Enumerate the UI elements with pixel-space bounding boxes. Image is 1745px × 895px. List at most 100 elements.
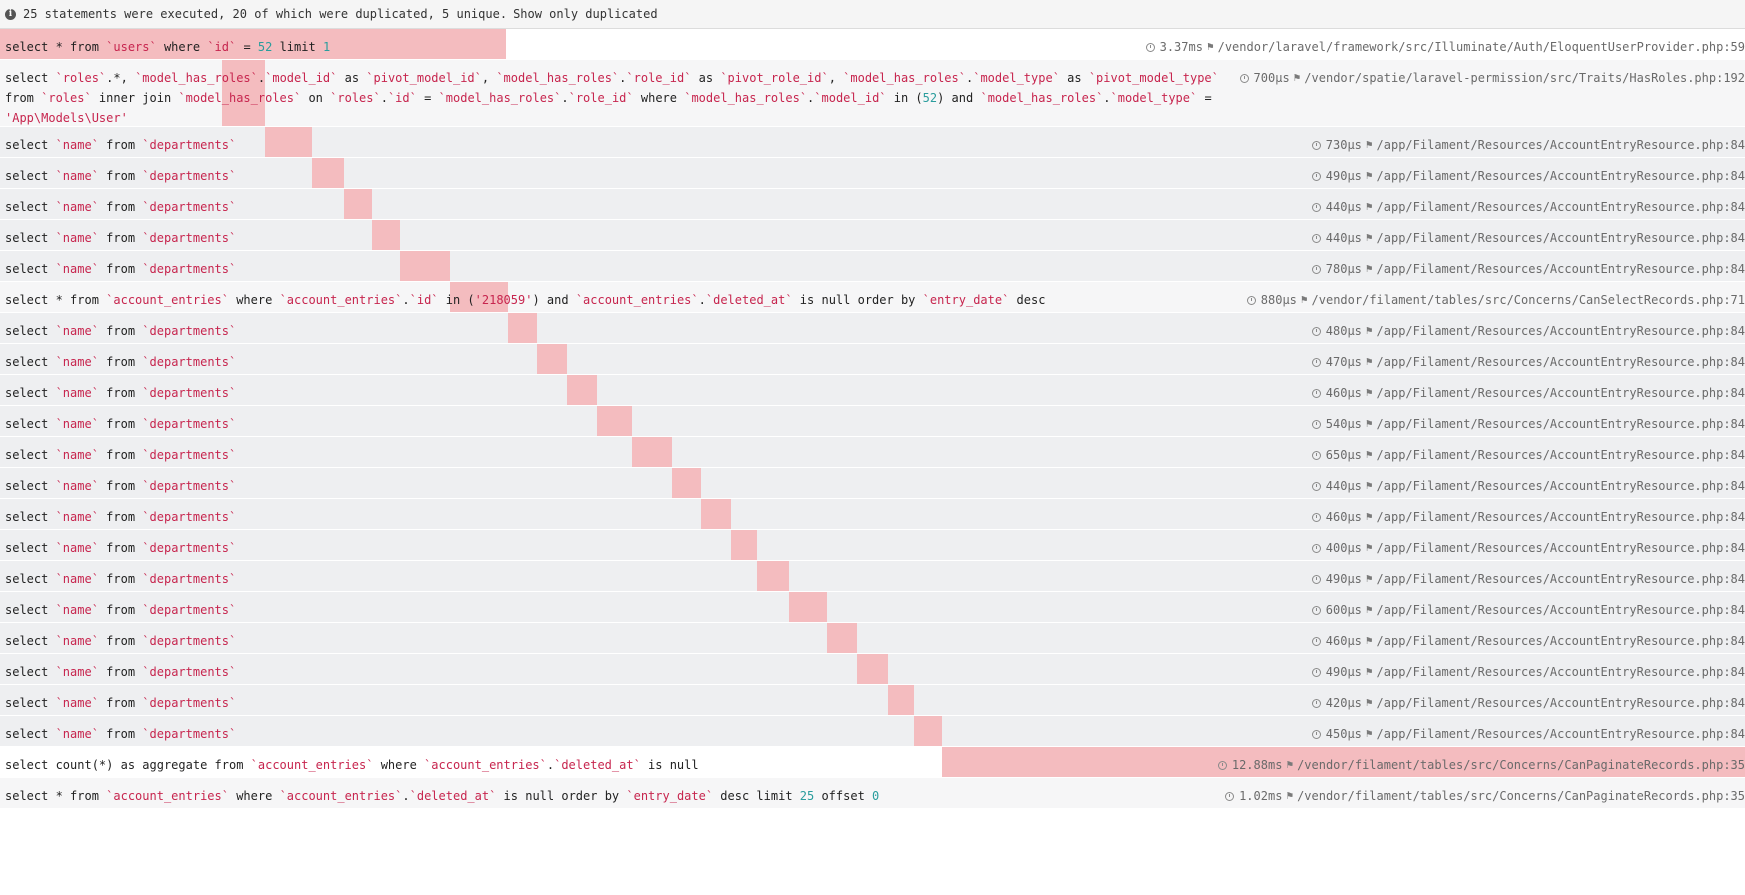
statement-row[interactable]: select `name` from `departments` 650μs ⚑ /a…	[0, 437, 1745, 468]
sql-keyword: select	[5, 417, 56, 431]
clock-icon	[1311, 512, 1321, 522]
show-only-duplicated-toggle[interactable]: Show only duplicated	[513, 7, 658, 21]
statement-meta: 600μs ⚑ /app/Filament/Resources/AccountEnt…	[1311, 600, 1745, 620]
pin-icon: ⚑	[1365, 200, 1373, 213]
sql-identifier: `entry_date`	[922, 293, 1010, 307]
statement-source-link[interactable]: /vendor/spatie/laravel-permission/src/Tr…	[1304, 68, 1745, 88]
sql-keyword: as	[337, 71, 367, 85]
statement-source-link[interactable]: /vendor/laravel/framework/src/Illuminate…	[1218, 37, 1745, 57]
statement-source-link[interactable]: /app/Filament/Resources/AccountEntryReso…	[1377, 476, 1745, 496]
sql-keyword: where	[228, 789, 280, 803]
sql-keyword: select	[5, 262, 56, 276]
statement-source-link[interactable]: /app/Filament/Resources/AccountEntryReso…	[1377, 507, 1745, 527]
statement-source-link[interactable]: /vendor/filament/tables/src/Concerns/Can…	[1297, 755, 1745, 775]
statement-duration: 600μs	[1325, 603, 1362, 617]
statement-source-link[interactable]: /app/Filament/Resources/AccountEntryReso…	[1377, 414, 1745, 434]
sql-identifier: `model_type`	[1110, 91, 1198, 105]
statement-source-link[interactable]: /app/Filament/Resources/AccountEntryReso…	[1377, 631, 1745, 651]
statement-row[interactable]: select `name` from `departments` 730μs ⚑ /a…	[0, 127, 1745, 158]
statement-row[interactable]: select `name` from `departments` 540μs ⚑ /a…	[0, 406, 1745, 437]
pin-icon: ⚑	[1365, 169, 1373, 182]
statement-row[interactable]: select `name` from `departments` 780μs ⚑ /a…	[0, 251, 1745, 282]
pin-icon: ⚑	[1300, 293, 1308, 306]
statement-source-link[interactable]: /app/Filament/Resources/AccountEntryReso…	[1377, 135, 1745, 155]
sql-identifier: `departments`	[142, 262, 237, 276]
sql-identifier: `name`	[55, 169, 99, 183]
sql-keyword: where	[373, 758, 425, 772]
sql-statement: select `name` from `departments`	[5, 538, 236, 558]
sql-identifier: `name`	[55, 417, 99, 431]
sql-identifier: `departments`	[142, 448, 237, 462]
statement-duration: 470μs	[1325, 355, 1362, 369]
statement-row[interactable]: select * from `users` where `id` = 52 li…	[0, 29, 1745, 60]
statement-meta: 460μs ⚑ /app/Filament/Resources/AccountEnt…	[1311, 507, 1745, 527]
sql-keyword: select	[5, 169, 56, 183]
duration-timeline-bar	[537, 344, 568, 374]
sql-identifier: 'App\Models\User'	[5, 111, 128, 125]
duration-timeline-bar	[914, 716, 943, 746]
statement-source-link[interactable]: /app/Filament/Resources/AccountEntryReso…	[1377, 600, 1745, 620]
statement-row[interactable]: select `name` from `departments` 490μs ⚑ /a…	[0, 158, 1745, 189]
sql-keyword: ) and	[937, 91, 981, 105]
statement-row[interactable]: select `name` from `departments` 440μs ⚑ /a…	[0, 468, 1745, 499]
sql-keyword: from	[98, 386, 143, 400]
statement-source-link[interactable]: /app/Filament/Resources/AccountEntryReso…	[1377, 662, 1745, 682]
statement-source-link[interactable]: /app/Filament/Resources/AccountEntryReso…	[1377, 228, 1745, 248]
statement-source-link[interactable]: /app/Filament/Resources/AccountEntryReso…	[1377, 259, 1745, 279]
statement-duration: 1.02ms	[1239, 789, 1283, 803]
sql-identifier: `model_id`	[265, 71, 338, 85]
sql-identifier: `model_has_roles`	[135, 71, 258, 85]
statement-source-link[interactable]: /vendor/filament/tables/src/Concerns/Can…	[1312, 290, 1745, 310]
sql-statement: select `name` from `departments`	[5, 166, 236, 186]
statement-row[interactable]: select count(*) as aggregate from `accou…	[0, 747, 1745, 778]
sql-identifier: `name`	[55, 448, 99, 462]
statement-row[interactable]: select `name` from `departments` 400μs ⚑ /a…	[0, 530, 1745, 561]
statement-source-link[interactable]: /app/Filament/Resources/AccountEntryReso…	[1377, 166, 1745, 186]
statement-duration: 490μs	[1325, 665, 1362, 679]
sql-keyword: is null order by	[496, 789, 627, 803]
clock-icon	[1311, 171, 1321, 181]
statement-source-link[interactable]: /app/Filament/Resources/AccountEntryReso…	[1377, 693, 1745, 713]
statement-source-link[interactable]: /app/Filament/Resources/AccountEntryReso…	[1377, 383, 1745, 403]
statement-row[interactable]: select `name` from `departments` 450μs ⚑ /a…	[0, 716, 1745, 747]
statement-row[interactable]: select `roles`.*, `model_has_roles`.`mod…	[0, 60, 1745, 127]
statement-source-link[interactable]: /app/Filament/Resources/AccountEntryReso…	[1377, 724, 1745, 744]
sql-keyword: where	[633, 91, 685, 105]
sql-statement: select * from `account_entries` where `a…	[5, 786, 879, 806]
statement-row[interactable]: select `name` from `departments` 490μs ⚑ /a…	[0, 561, 1745, 592]
statement-row[interactable]: select `name` from `departments` 460μs ⚑ /a…	[0, 499, 1745, 530]
sql-keyword: from	[98, 696, 143, 710]
statement-row[interactable]: select * from `account_entries` where `a…	[0, 778, 1745, 809]
statement-source-link[interactable]: /app/Filament/Resources/AccountEntryReso…	[1377, 352, 1745, 372]
statement-row[interactable]: select `name` from `departments` 600μs ⚑ /a…	[0, 592, 1745, 623]
statement-row[interactable]: select `name` from `departments` 460μs ⚑ /a…	[0, 623, 1745, 654]
sql-keyword: select	[5, 71, 56, 85]
statement-row[interactable]: select `name` from `departments` 480μs ⚑ /a…	[0, 313, 1745, 344]
statement-row[interactable]: select `name` from `departments` 470μs ⚑ /a…	[0, 344, 1745, 375]
statement-row[interactable]: select `name` from `departments` 420μs ⚑ /a…	[0, 685, 1745, 716]
sql-keyword: from	[98, 727, 143, 741]
statement-row[interactable]: select `name` from `departments` 440μs ⚑ /a…	[0, 220, 1745, 251]
statement-row[interactable]: select `name` from `departments` 490μs ⚑ /a…	[0, 654, 1745, 685]
statement-row[interactable]: select * from `account_entries` where `a…	[0, 282, 1745, 313]
sql-keyword: select	[5, 727, 56, 741]
statement-meta: 400μs ⚑ /app/Filament/Resources/AccountEnt…	[1311, 538, 1745, 558]
statement-source-link[interactable]: /vendor/filament/tables/src/Concerns/Can…	[1297, 786, 1745, 806]
statement-source-link[interactable]: /app/Filament/Resources/AccountEntryReso…	[1377, 445, 1745, 465]
statement-source-link[interactable]: /app/Filament/Resources/AccountEntryReso…	[1377, 321, 1745, 341]
statement-row[interactable]: select `name` from `departments` 440μs ⚑ /a…	[0, 189, 1745, 220]
sql-identifier: `model_has_roles`	[980, 91, 1104, 105]
clock-icon	[1311, 667, 1321, 677]
sql-identifier: `name`	[55, 479, 99, 493]
statement-source-link[interactable]: /app/Filament/Resources/AccountEntryReso…	[1377, 197, 1745, 217]
sql-statement: select `name` from `departments`	[5, 197, 236, 217]
statement-meta: 780μs ⚑ /app/Filament/Resources/AccountEnt…	[1311, 259, 1745, 279]
statement-duration: 490μs	[1325, 169, 1362, 183]
statement-source-link[interactable]: /app/Filament/Resources/AccountEntryReso…	[1377, 538, 1745, 558]
sql-statement: select `name` from `departments`	[5, 352, 236, 372]
sql-keyword: select	[5, 696, 56, 710]
clock-icon	[1311, 264, 1321, 274]
statement-duration: 460μs	[1325, 510, 1362, 524]
statement-row[interactable]: select `name` from `departments` 460μs ⚑ /a…	[0, 375, 1745, 406]
statement-source-link[interactable]: /app/Filament/Resources/AccountEntryReso…	[1377, 569, 1745, 589]
